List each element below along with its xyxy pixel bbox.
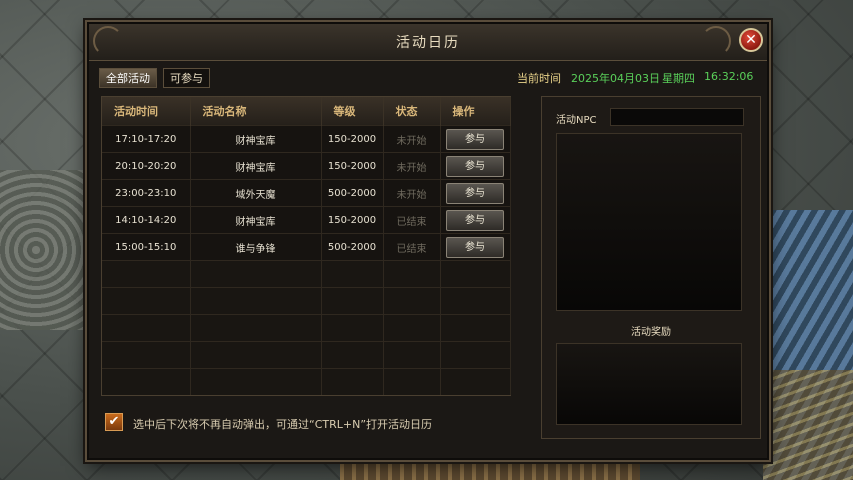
action-cell: 参与	[440, 152, 511, 180]
table-row: 17:10-17:20 财神宝库 150-2000 未开始 参与	[102, 125, 511, 153]
table-header-row: 活动时间 活动名称 等级 状态 操作	[102, 97, 511, 126]
panel-title: 活动日历	[396, 35, 460, 51]
reward-label: 活动奖励	[631, 327, 671, 338]
empty-row	[102, 341, 511, 369]
close-button[interactable]: ✕	[739, 28, 763, 52]
action-cell: 参与	[440, 206, 511, 234]
panel-titlebar: 活动日历 ✕	[89, 24, 767, 61]
npc-name-field	[610, 108, 744, 126]
empty-row	[102, 368, 511, 395]
current-time-label: 当前时间	[517, 72, 561, 85]
activity-calendar-panel: 活动日历 ✕ 全部活动 可参与 当前时间 2025年04月03日 星期四 16:…	[87, 22, 769, 460]
table-row: 23:00-23:10 域外天魔 500-2000 未开始 参与	[102, 179, 511, 207]
activity-level: 150-2000	[321, 152, 384, 180]
activity-name: 财神宝库	[190, 206, 322, 234]
join-button[interactable]: 参与	[446, 155, 504, 177]
stone-dragon-carving	[0, 170, 90, 330]
activity-detail-pane: 活动NPC 活动奖励	[541, 96, 761, 439]
action-cell: 参与	[440, 233, 511, 261]
activity-level: 150-2000	[321, 206, 384, 234]
column-header-name: 活动名称	[190, 97, 322, 126]
activity-name: 域外天魔	[190, 179, 322, 207]
close-icon: ✕	[745, 32, 757, 48]
current-date: 2025年04月03日	[571, 72, 660, 85]
npc-label: 活动NPC	[556, 115, 597, 126]
tab-all-activities[interactable]: 全部活动	[99, 68, 157, 88]
empty-row	[102, 260, 511, 288]
join-button[interactable]: 参与	[446, 236, 504, 258]
activity-time: 15:00-15:10	[102, 233, 191, 261]
tab-joinable[interactable]: 可参与	[163, 68, 210, 88]
current-weekday: 星期四	[662, 72, 695, 85]
activity-table: 活动时间 活动名称 等级 状态 操作 17:10-17:20 财神宝库 150-…	[101, 96, 511, 396]
column-header-level: 等级	[321, 97, 384, 126]
activity-name: 财神宝库	[190, 125, 322, 153]
activity-name: 财神宝库	[190, 152, 322, 180]
activity-time: 20:10-20:20	[102, 152, 191, 180]
do-not-show-checkbox[interactable]: ✔	[105, 413, 123, 431]
current-clock: 16:32:06	[704, 70, 754, 83]
checkmark-icon: ✔	[108, 414, 120, 429]
activity-time: 14:10-14:20	[102, 206, 191, 234]
empty-row	[102, 314, 511, 342]
activity-time: 23:00-23:10	[102, 179, 191, 207]
wooden-floor-edge	[340, 460, 640, 480]
action-cell: 参与	[440, 125, 511, 153]
join-button[interactable]: 参与	[446, 128, 504, 150]
column-header-action: 操作	[440, 97, 511, 126]
table-row: 15:00-15:10 谁与争锋 500-2000 已结束 参与	[102, 233, 511, 261]
activity-level: 500-2000	[321, 179, 384, 207]
activity-status: 已结束	[383, 206, 441, 234]
npc-preview	[556, 133, 742, 311]
activity-status: 未开始	[383, 152, 441, 180]
activity-name: 谁与争锋	[190, 233, 322, 261]
activity-status: 已结束	[383, 233, 441, 261]
join-button[interactable]: 参与	[446, 182, 504, 204]
activity-level: 150-2000	[321, 125, 384, 153]
activity-level: 500-2000	[321, 233, 384, 261]
do-not-show-label: 选中后下次将不再自动弹出，可通过“CTRL+N”打开活动日历	[133, 418, 433, 431]
activity-status: 未开始	[383, 179, 441, 207]
table-row: 14:10-14:20 财神宝库 150-2000 已结束 参与	[102, 206, 511, 234]
table-row: 20:10-20:20 财神宝库 150-2000 未开始 参与	[102, 152, 511, 180]
activity-time: 17:10-17:20	[102, 125, 191, 153]
action-cell: 参与	[440, 179, 511, 207]
empty-row	[102, 287, 511, 315]
reward-box	[556, 343, 742, 425]
activity-status: 未开始	[383, 125, 441, 153]
column-header-status: 状态	[383, 97, 441, 126]
column-header-time: 活动时间	[102, 97, 191, 126]
roof-ridge	[763, 370, 853, 480]
join-button[interactable]: 参与	[446, 209, 504, 231]
